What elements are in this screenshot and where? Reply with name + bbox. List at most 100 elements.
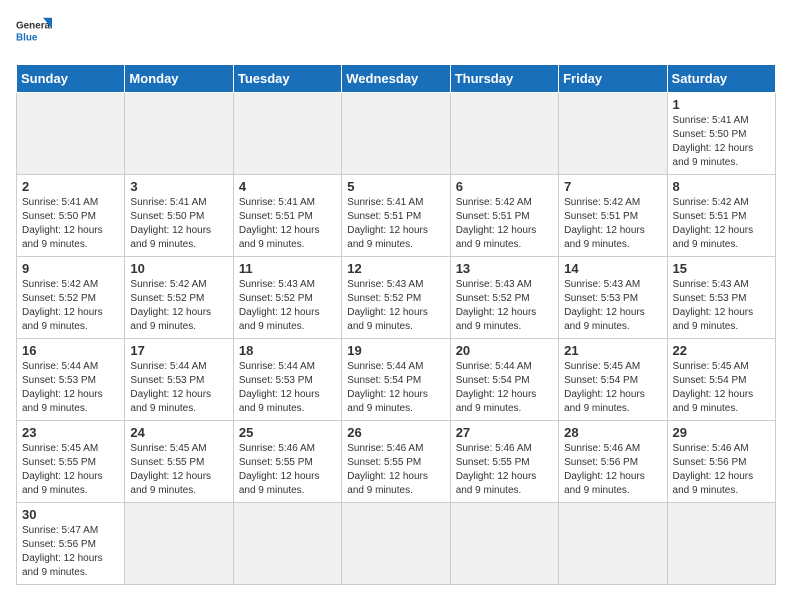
week-row-2: 2 Sunrise: 5:41 AM Sunset: 5:50 PM Daylig… <box>17 175 776 257</box>
header-day-sunday: Sunday <box>17 65 125 93</box>
calendar-cell: 5 Sunrise: 5:41 AM Sunset: 5:51 PM Daylig… <box>342 175 450 257</box>
day-info: Sunrise: 5:41 AM Sunset: 5:51 PM Dayligh… <box>239 196 336 252</box>
day-info: Sunrise: 5:44 AM Sunset: 5:54 PM Dayligh… <box>456 360 553 416</box>
header-day-monday: Monday <box>125 65 233 93</box>
header-day-wednesday: Wednesday <box>342 65 450 93</box>
calendar-cell: 20 Sunrise: 5:44 AM Sunset: 5:54 PM Dayli… <box>450 339 558 421</box>
calendar-cell: 10 Sunrise: 5:42 AM Sunset: 5:52 PM Dayli… <box>125 257 233 339</box>
day-info: Sunrise: 5:44 AM Sunset: 5:54 PM Dayligh… <box>347 360 444 416</box>
calendar-cell: 12 Sunrise: 5:43 AM Sunset: 5:52 PM Dayli… <box>342 257 450 339</box>
day-info: Sunrise: 5:43 AM Sunset: 5:52 PM Dayligh… <box>239 278 336 334</box>
day-number: 13 <box>456 261 553 276</box>
calendar-cell: 22 Sunrise: 5:45 AM Sunset: 5:54 PM Dayli… <box>667 339 775 421</box>
calendar-cell <box>559 93 667 175</box>
week-row-6: 30Sunrise: 5:47 AM Sunset: 5:56 PM Dayli… <box>17 503 776 585</box>
calendar-cell: 14Sunrise: 5:43 AM Sunset: 5:53 PM Dayli… <box>559 257 667 339</box>
calendar-cell: 7 Sunrise: 5:42 AM Sunset: 5:51 PM Daylig… <box>559 175 667 257</box>
day-info: Sunrise: 5:41 AM Sunset: 5:51 PM Dayligh… <box>347 196 444 252</box>
day-info: Sunrise: 5:46 AM Sunset: 5:56 PM Dayligh… <box>673 442 770 498</box>
day-info: Sunrise: 5:45 AM Sunset: 5:55 PM Dayligh… <box>130 442 227 498</box>
day-info: Sunrise: 5:46 AM Sunset: 5:56 PM Dayligh… <box>564 442 661 498</box>
calendar-cell <box>450 93 558 175</box>
day-info: Sunrise: 5:42 AM Sunset: 5:52 PM Dayligh… <box>22 278 119 334</box>
calendar-cell: 27 Sunrise: 5:46 AM Sunset: 5:55 PM Dayli… <box>450 421 558 503</box>
calendar-cell <box>450 503 558 585</box>
day-info: Sunrise: 5:41 AM Sunset: 5:50 PM Dayligh… <box>673 114 770 170</box>
day-number: 3 <box>130 179 227 194</box>
calendar-cell: 8Sunrise: 5:42 AM Sunset: 5:51 PM Daylig… <box>667 175 775 257</box>
calendar-cell <box>233 503 341 585</box>
calendar-cell <box>17 93 125 175</box>
day-number: 24 <box>130 425 227 440</box>
day-info: Sunrise: 5:47 AM Sunset: 5:56 PM Dayligh… <box>22 524 119 580</box>
day-info: Sunrise: 5:46 AM Sunset: 5:55 PM Dayligh… <box>456 442 553 498</box>
svg-text:Blue: Blue <box>16 32 38 43</box>
day-number: 17 <box>130 343 227 358</box>
calendar-cell: 9 Sunrise: 5:42 AM Sunset: 5:52 PM Daylig… <box>17 257 125 339</box>
header-day-saturday: Saturday <box>667 65 775 93</box>
day-info: Sunrise: 5:43 AM Sunset: 5:53 PM Dayligh… <box>564 278 661 334</box>
day-number: 29 <box>673 425 770 440</box>
day-info: Sunrise: 5:45 AM Sunset: 5:54 PM Dayligh… <box>673 360 770 416</box>
day-info: Sunrise: 5:42 AM Sunset: 5:51 PM Dayligh… <box>456 196 553 252</box>
day-number: 5 <box>347 179 444 194</box>
day-info: Sunrise: 5:43 AM Sunset: 5:52 PM Dayligh… <box>456 278 553 334</box>
calendar-cell: 24 Sunrise: 5:45 AM Sunset: 5:55 PM Dayli… <box>125 421 233 503</box>
day-info: Sunrise: 5:43 AM Sunset: 5:53 PM Dayligh… <box>673 278 770 334</box>
logo: General Blue <box>16 16 52 52</box>
day-number: 4 <box>239 179 336 194</box>
day-number: 1 <box>673 97 770 112</box>
calendar-cell <box>233 93 341 175</box>
calendar-cell <box>342 503 450 585</box>
calendar-cell: 19 Sunrise: 5:44 AM Sunset: 5:54 PM Dayli… <box>342 339 450 421</box>
day-number: 27 <box>456 425 553 440</box>
calendar-cell: 13 Sunrise: 5:43 AM Sunset: 5:52 PM Dayli… <box>450 257 558 339</box>
day-info: Sunrise: 5:41 AM Sunset: 5:50 PM Dayligh… <box>130 196 227 252</box>
svg-text:General: General <box>16 21 52 32</box>
day-number: 10 <box>130 261 227 276</box>
day-info: Sunrise: 5:44 AM Sunset: 5:53 PM Dayligh… <box>22 360 119 416</box>
day-info: Sunrise: 5:45 AM Sunset: 5:54 PM Dayligh… <box>564 360 661 416</box>
calendar-cell <box>342 93 450 175</box>
day-info: Sunrise: 5:42 AM Sunset: 5:51 PM Dayligh… <box>564 196 661 252</box>
calendar-cell: 11 Sunrise: 5:43 AM Sunset: 5:52 PM Dayli… <box>233 257 341 339</box>
week-row-5: 23 Sunrise: 5:45 AM Sunset: 5:55 PM Dayli… <box>17 421 776 503</box>
day-info: Sunrise: 5:41 AM Sunset: 5:50 PM Dayligh… <box>22 196 119 252</box>
logo-icon: General Blue <box>16 16 52 52</box>
day-number: 16 <box>22 343 119 358</box>
day-info: Sunrise: 5:42 AM Sunset: 5:51 PM Dayligh… <box>673 196 770 252</box>
day-number: 11 <box>239 261 336 276</box>
day-info: Sunrise: 5:42 AM Sunset: 5:52 PM Dayligh… <box>130 278 227 334</box>
week-row-4: 16 Sunrise: 5:44 AM Sunset: 5:53 PM Dayli… <box>17 339 776 421</box>
day-number: 7 <box>564 179 661 194</box>
day-info: Sunrise: 5:43 AM Sunset: 5:52 PM Dayligh… <box>347 278 444 334</box>
day-number: 2 <box>22 179 119 194</box>
day-number: 9 <box>22 261 119 276</box>
day-number: 26 <box>347 425 444 440</box>
calendar-header-row: SundayMondayTuesdayWednesdayThursdayFrid… <box>17 65 776 93</box>
calendar-cell: 6Sunrise: 5:42 AM Sunset: 5:51 PM Daylig… <box>450 175 558 257</box>
day-number: 20 <box>456 343 553 358</box>
calendar-cell: 21 Sunrise: 5:45 AM Sunset: 5:54 PM Dayli… <box>559 339 667 421</box>
day-number: 23 <box>22 425 119 440</box>
day-number: 15 <box>673 261 770 276</box>
day-number: 22 <box>673 343 770 358</box>
day-number: 21 <box>564 343 661 358</box>
calendar-cell: 18 Sunrise: 5:44 AM Sunset: 5:53 PM Dayli… <box>233 339 341 421</box>
day-number: 19 <box>347 343 444 358</box>
page-header: General Blue <box>16 16 776 52</box>
calendar-cell <box>559 503 667 585</box>
calendar-cell: 2 Sunrise: 5:41 AM Sunset: 5:50 PM Daylig… <box>17 175 125 257</box>
day-info: Sunrise: 5:44 AM Sunset: 5:53 PM Dayligh… <box>130 360 227 416</box>
day-info: Sunrise: 5:45 AM Sunset: 5:55 PM Dayligh… <box>22 442 119 498</box>
day-number: 12 <box>347 261 444 276</box>
header-day-friday: Friday <box>559 65 667 93</box>
day-number: 18 <box>239 343 336 358</box>
day-info: Sunrise: 5:44 AM Sunset: 5:53 PM Dayligh… <box>239 360 336 416</box>
calendar-table: SundayMondayTuesdayWednesdayThursdayFrid… <box>16 64 776 585</box>
calendar-cell: 17 Sunrise: 5:44 AM Sunset: 5:53 PM Dayli… <box>125 339 233 421</box>
day-info: Sunrise: 5:46 AM Sunset: 5:55 PM Dayligh… <box>347 442 444 498</box>
calendar-cell <box>125 503 233 585</box>
day-info: Sunrise: 5:46 AM Sunset: 5:55 PM Dayligh… <box>239 442 336 498</box>
week-row-3: 9 Sunrise: 5:42 AM Sunset: 5:52 PM Daylig… <box>17 257 776 339</box>
